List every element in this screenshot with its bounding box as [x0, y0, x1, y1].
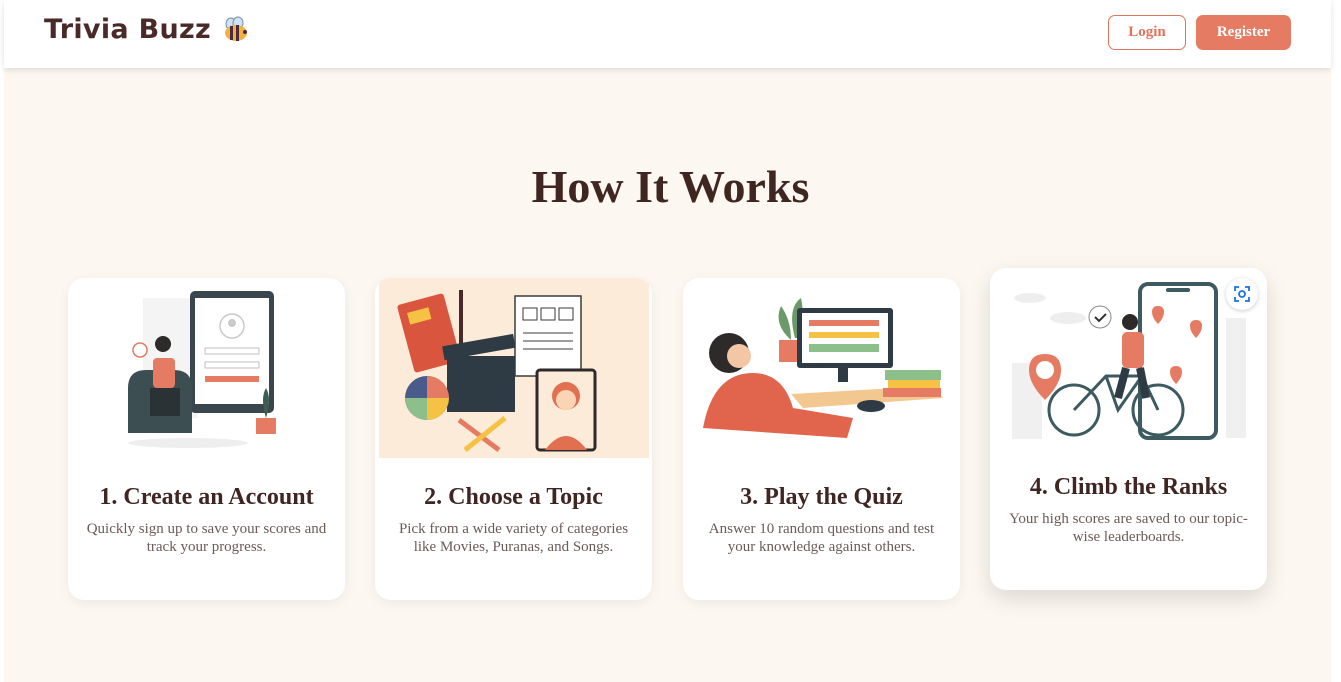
step-card-1: 1. Create an Account Quickly sign up to …	[68, 278, 345, 600]
topics-illustration	[379, 278, 649, 458]
navbar: Trivia Buzz Login Register	[4, 0, 1331, 68]
step-description: Quickly sign up to save your scores and …	[86, 521, 327, 555]
signup-illustration	[128, 291, 276, 448]
step-description: Your high scores are saved to our topic-…	[1009, 511, 1248, 545]
brand-logo[interactable]: Trivia Buzz	[44, 14, 251, 45]
step-title: 3. Play the Quiz	[740, 484, 903, 510]
register-button[interactable]: Register	[1196, 15, 1291, 50]
step-title: 2. Choose a Topic	[424, 484, 603, 510]
step-card-2: 2. Choose a Topic Pick from a wide varie…	[375, 278, 652, 600]
login-button[interactable]: Login	[1108, 15, 1186, 50]
step-description: Pick from a wide variety of categories l…	[398, 521, 629, 555]
step-card-3: 3. Play the Quiz Answer 10 random questi…	[683, 278, 960, 600]
section-heading: How It Works	[531, 161, 810, 212]
step-description: Answer 10 random questions and test your…	[708, 521, 935, 555]
step-card-4: 4. Climb the Ranks Your high scores are …	[990, 268, 1267, 590]
quiz-illustration	[703, 298, 943, 438]
visual-search-button[interactable]	[1226, 278, 1258, 310]
step-title: 4. Climb the Ranks	[1029, 474, 1228, 500]
brand-name: Trivia Buzz	[44, 14, 212, 45]
scan-icon	[1234, 286, 1250, 302]
step-title: 1. Create an Account	[99, 484, 314, 510]
bee-icon	[225, 16, 248, 41]
